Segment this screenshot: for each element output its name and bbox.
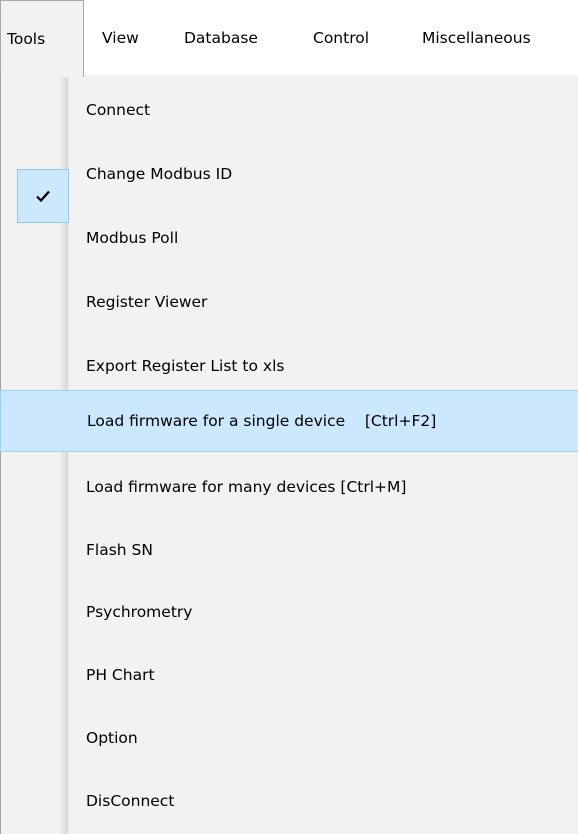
menu-bar: Tools View Database Control Miscellaneou… [0, 0, 578, 77]
menu-item-psychrometry[interactable]: Psychrometry [1, 580, 578, 644]
menu-item-modbus-poll[interactable]: Modbus Poll [1, 206, 578, 270]
menu-item-label: Psychrometry [86, 603, 193, 621]
menu-control[interactable]: Control [313, 0, 369, 76]
tools-dropdown-menu: Connect Change Modbus ID Modbus Poll Reg… [0, 75, 578, 834]
menu-item-register-viewer[interactable]: Register Viewer [1, 270, 578, 334]
menu-item-ph-chart[interactable]: PH Chart [1, 643, 578, 707]
menu-tools-label: Tools [7, 30, 46, 48]
menu-item-label: Flash SN [86, 541, 153, 559]
menu-control-label: Control [313, 29, 370, 47]
menu-item-label: Modbus Poll [86, 229, 179, 247]
menu-item-label: PH Chart [86, 666, 155, 684]
menu-database[interactable]: Database [184, 0, 258, 76]
menu-miscellaneous-label: Miscellaneous [422, 29, 531, 47]
menu-item-export-register-list[interactable]: Export Register List to xls [1, 334, 578, 398]
menu-item-disconnect[interactable]: DisConnect [1, 769, 578, 833]
menu-item-label: Register Viewer [86, 293, 208, 311]
menu-item-option[interactable]: Option [1, 706, 578, 770]
menu-item-label: Change Modbus ID [86, 165, 233, 183]
menu-item-label: DisConnect [86, 792, 175, 810]
menu-item-change-modbus-id[interactable]: Change Modbus ID [1, 142, 578, 206]
menu-item-label: Load firmware for many devices [Ctrl+M] [86, 478, 407, 496]
menu-item-load-firmware-many[interactable]: Load firmware for many devices [Ctrl+M] [1, 455, 578, 519]
menu-item-label: Connect [86, 101, 151, 119]
menu-view-label: View [102, 29, 139, 47]
menu-miscellaneous[interactable]: Miscellaneous [422, 0, 531, 76]
menu-item-label: Export Register List to xls [86, 357, 285, 375]
menu-view[interactable]: View [102, 0, 139, 76]
connect-checkmark [17, 169, 69, 223]
menu-database-label: Database [184, 29, 258, 47]
menu-item-flash-sn[interactable]: Flash SN [1, 518, 578, 582]
check-icon [36, 190, 50, 203]
menu-item-label: Load firmware for a single device [Ctrl+… [87, 412, 437, 430]
menu-item-connect[interactable]: Connect [1, 78, 578, 142]
menu-item-label: Option [86, 729, 138, 747]
menu-item-load-firmware-single[interactable]: Load firmware for a single device [Ctrl+… [0, 390, 578, 452]
menu-tools[interactable]: Tools [0, 0, 84, 77]
